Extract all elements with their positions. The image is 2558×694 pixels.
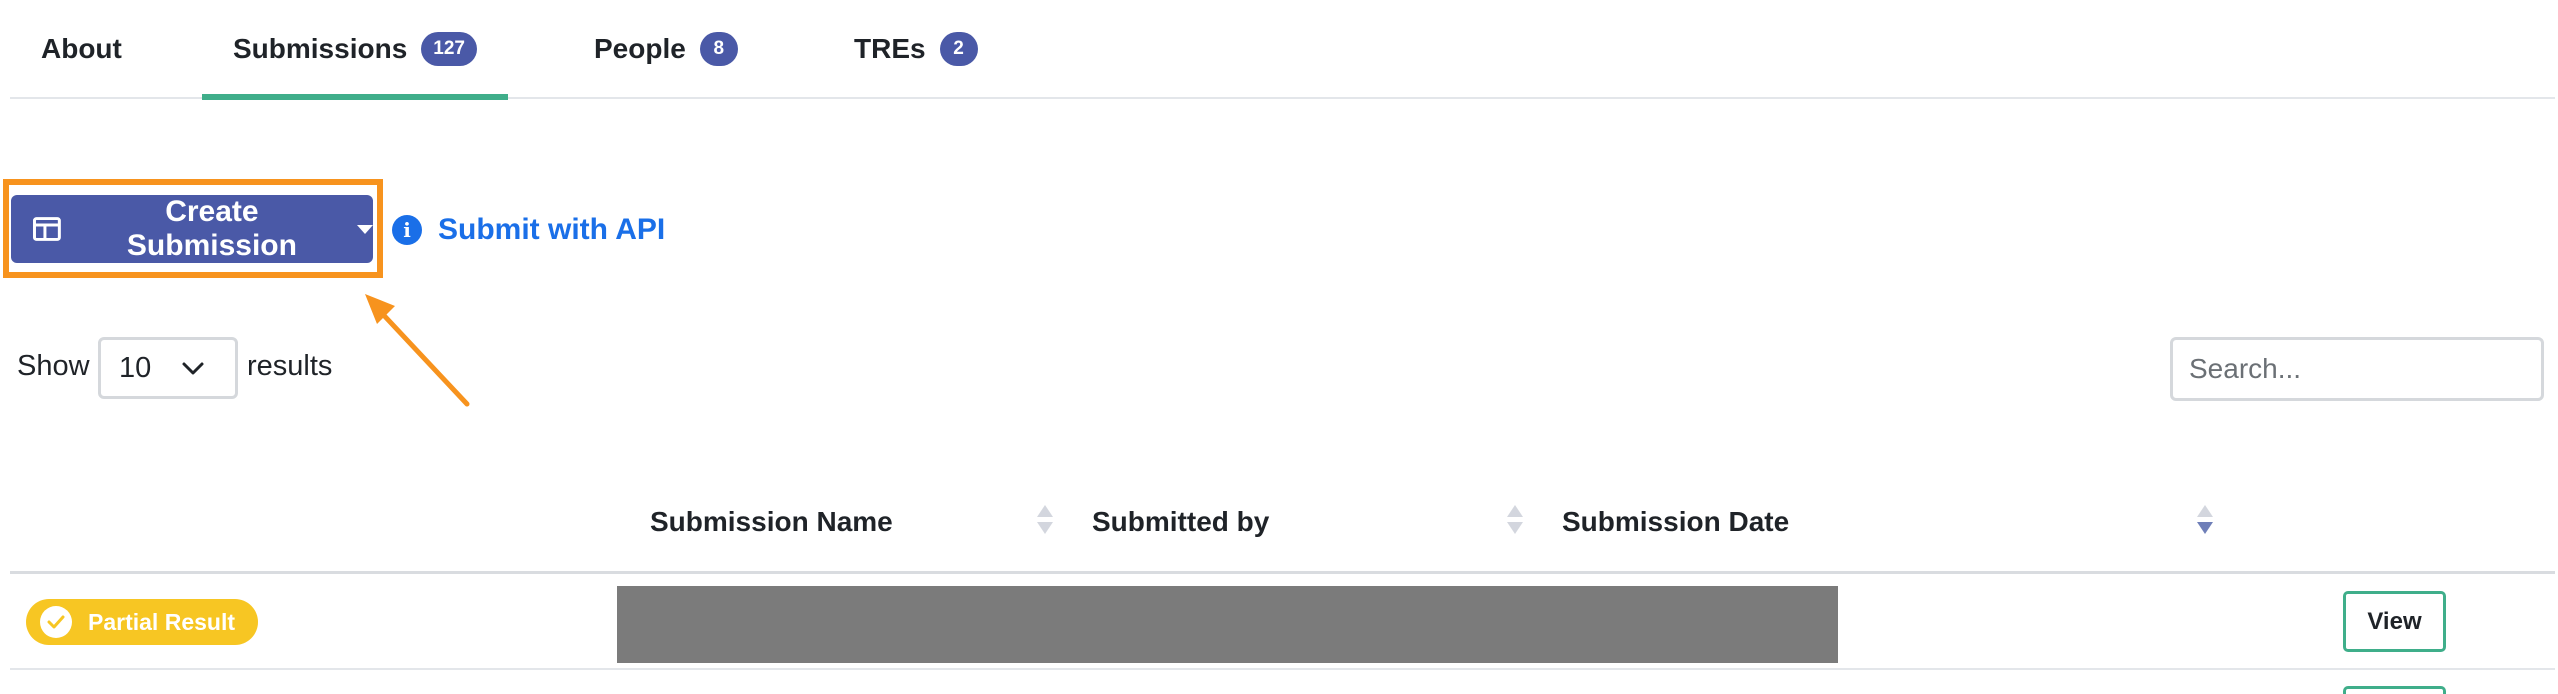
- page-size-value: 10: [119, 351, 152, 384]
- info-icon: i: [392, 215, 422, 245]
- show-label: Show: [17, 350, 90, 382]
- column-header-submitted-by[interactable]: Submitted by: [1092, 506, 1269, 538]
- sort-icon[interactable]: [1507, 505, 1523, 539]
- view-button[interactable]: View: [2343, 591, 2446, 652]
- sort-icon[interactable]: [2197, 505, 2213, 539]
- search-input[interactable]: [2170, 337, 2544, 401]
- column-header-submission-name[interactable]: Submission Name: [650, 506, 893, 538]
- page-size-select[interactable]: 10: [98, 337, 238, 399]
- pointer-arrow-icon: [365, 294, 470, 407]
- tab-bar: About Submissions 127 People 8 TREs 2: [10, 0, 2555, 100]
- tab-people[interactable]: People 8: [594, 0, 738, 97]
- tab-label: TREs: [854, 32, 926, 64]
- count-badge: 8: [699, 31, 738, 66]
- submit-with-api-label: Submit with API: [438, 213, 666, 246]
- table-header-divider: [10, 571, 2555, 574]
- results-label: results: [247, 350, 333, 382]
- submit-with-api-link[interactable]: i Submit with API: [392, 208, 665, 252]
- create-submission-button[interactable]: Create Submission: [11, 195, 373, 263]
- count-badge: 2: [939, 31, 978, 66]
- check-circle-icon: [40, 606, 72, 638]
- table-row-divider: [10, 668, 2555, 670]
- create-submission-label: Create Submission: [126, 195, 297, 262]
- tab-label: About: [41, 32, 122, 64]
- tab-label: People: [594, 32, 686, 64]
- sort-icon[interactable]: [1037, 505, 1053, 539]
- redacted-block: [617, 586, 1838, 663]
- table-icon: [33, 217, 61, 241]
- count-badge: 127: [421, 31, 477, 66]
- chevron-down-icon: [182, 362, 204, 375]
- view-button-partial[interactable]: [2343, 686, 2446, 694]
- status-label: Partial Result: [88, 608, 235, 635]
- status-badge: Partial Result: [26, 599, 258, 645]
- caret-down-icon: [357, 224, 373, 234]
- tab-submissions[interactable]: Submissions 127: [202, 0, 508, 100]
- tab-tres[interactable]: TREs 2: [854, 0, 978, 97]
- column-header-submission-date[interactable]: Submission Date: [1562, 506, 1789, 538]
- tab-about[interactable]: About: [41, 0, 122, 97]
- tab-label: Submissions: [233, 32, 408, 64]
